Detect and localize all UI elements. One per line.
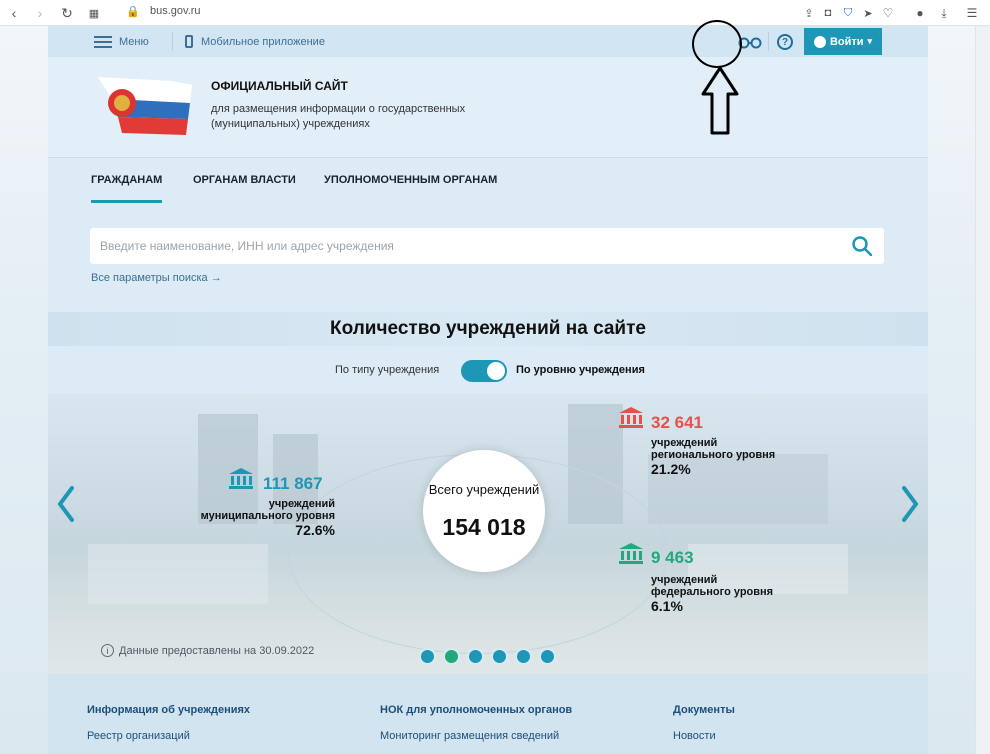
institution-icon [229, 468, 253, 489]
federal-percent: 6.1% [651, 598, 683, 614]
divider [768, 32, 769, 51]
municipal-value: 111 867 [263, 474, 323, 493]
help-icon[interactable]: ? [777, 34, 793, 50]
stats-panorama: 111 867 учреждений муниципального уровня… [48, 394, 928, 674]
mobile-app-label: Мобильное приложение [201, 35, 325, 48]
data-date-text: Данные предоставлены на 30.09.2022 [119, 644, 315, 657]
municipal-percent: 72.6% [295, 522, 335, 538]
shield-icon[interactable]: ⛉ [838, 3, 858, 23]
slide-dot-active[interactable] [443, 648, 460, 665]
tab-citizens[interactable]: ГРАЖДАНАМ [91, 174, 163, 203]
municipal-label: учреждений муниципального уровня [200, 498, 335, 522]
federal-value: 9 463 [651, 548, 694, 567]
site-header: ОФИЦИАЛЬНЫЙ САЙТ для размещения информац… [48, 57, 928, 157]
menu-label: Меню [119, 35, 149, 48]
footer-column: Информация об учреждениях Реестр организ… [87, 704, 250, 742]
divider [172, 32, 173, 51]
address-bar[interactable]: bus.gov.ru [150, 5, 201, 17]
institution-icon [619, 543, 643, 564]
chevron-down-icon: ▾ [867, 36, 873, 46]
background-building [88, 544, 268, 604]
hamburger-icon [94, 35, 112, 48]
back-icon[interactable]: ‹ [4, 3, 24, 23]
site-title: ОФИЦИАЛЬНЫЙ САЙТ [211, 79, 348, 93]
search-placeholder: Введите наименование, ИНН или адрес учре… [100, 239, 394, 253]
camera-icon[interactable]: ◘ [818, 3, 838, 23]
slide-dot[interactable] [419, 648, 436, 665]
profile-icon[interactable]: ● [910, 3, 930, 23]
next-slide-arrow[interactable] [898, 484, 922, 524]
federal-count: 9 463 [651, 548, 694, 568]
data-date-note: i Данные предоставлены на 30.09.2022 [101, 644, 314, 657]
footer-heading[interactable]: НОК для уполномоченных органов [380, 704, 572, 716]
heart-icon[interactable]: ♡ [878, 3, 898, 23]
slide-dot[interactable] [467, 648, 484, 665]
federal-caption: учреждений федерального уровня 6.1% [651, 574, 796, 614]
institution-icon [619, 407, 643, 428]
prev-slide-arrow[interactable] [54, 484, 78, 524]
annotation-circle [692, 20, 742, 68]
search-input[interactable]: Введите наименование, ИНН или адрес учре… [90, 228, 884, 264]
slide-pagination [419, 648, 556, 665]
tab-authorities[interactable]: ОРГАНАМ ВЛАСТИ [193, 174, 296, 186]
reload-icon[interactable]: ↻ [57, 3, 77, 23]
footer-heading[interactable]: Информация об учреждениях [87, 704, 250, 716]
regional-caption: учреждений регионального уровня 21.2% [651, 437, 796, 477]
site-container: Меню Мобильное приложение ⌄ ? Войти ▾ [48, 26, 928, 754]
annotation-up-arrow [701, 66, 739, 135]
tab-authorized-bodies[interactable]: УПОЛНОМОЧЕННЫМ ОРГАНАМ [324, 174, 497, 186]
login-button[interactable]: Войти ▾ [804, 28, 882, 55]
footer-links: Информация об учреждениях Реестр организ… [48, 674, 928, 754]
footer-heading[interactable]: Документы [673, 704, 735, 716]
footer-column: НОК для уполномоченных органов Мониторин… [380, 704, 572, 742]
mobile-app-link[interactable]: Мобильное приложение [185, 26, 325, 57]
speed-dial-icon[interactable]: ▦ [84, 3, 104, 23]
settings-icon[interactable]: ☰ [962, 3, 982, 23]
slide-dot[interactable] [491, 648, 508, 665]
total-value: 154 018 [442, 514, 526, 540]
info-icon: i [101, 644, 114, 657]
phone-icon [185, 35, 193, 48]
menu-button[interactable]: Меню [94, 26, 149, 57]
footer-link[interactable]: Реестр организаций [87, 730, 250, 742]
regional-value: 32 641 [651, 413, 703, 432]
browser-toolbar: ‹ › ↻ ▦ 🔒 bus.gov.ru ⇪ ◘ ⛉ ➤ ♡ ● ⤓ ☰ [0, 0, 990, 26]
municipal-count: 111 867 [263, 474, 323, 494]
search-icon[interactable] [852, 236, 872, 256]
regional-label: учреждений регионального уровня [651, 437, 776, 461]
browser-scrollbar[interactable] [975, 26, 990, 754]
site-subtitle: для размещения информации о государствен… [211, 103, 466, 130]
stats-toggle-row: По типу учреждения По уровню учреждения [48, 360, 928, 384]
total-count-circle: Всего учреждений 154 018 [423, 450, 545, 572]
download-icon[interactable]: ⤓ [934, 3, 954, 23]
footer-link[interactable]: Мониторинг размещения сведений [380, 730, 572, 742]
forward-icon[interactable]: › [30, 3, 50, 23]
login-label: Войти [829, 35, 864, 48]
total-label: Всего учреждений [428, 482, 540, 497]
audience-nav: ГРАЖДАНАМ ОРГАНАМ ВЛАСТИ УПОЛНОМОЧЕННЫМ … [48, 157, 928, 205]
site-topbar: Меню Мобильное приложение ⌄ ? Войти ▾ [48, 26, 928, 70]
user-icon [813, 35, 826, 48]
lock-icon: 🔒 [126, 6, 140, 18]
footer-column: Документы Новости [673, 704, 735, 742]
regional-count: 32 641 [651, 413, 703, 433]
advanced-search-link[interactable]: Все параметры поиска → [91, 272, 222, 284]
municipal-caption: учреждений муниципального уровня 72.6% [183, 498, 335, 538]
flow-icon[interactable]: ➤ [858, 3, 878, 23]
share-icon[interactable]: ⇪ [799, 3, 819, 23]
footer-link[interactable]: Новости [673, 730, 735, 742]
toggle-by-level-label[interactable]: По уровню учреждения [516, 364, 645, 376]
toggle-knob [487, 362, 505, 380]
federal-label: учреждений федерального уровня [651, 574, 774, 598]
regional-percent: 21.2% [651, 461, 691, 477]
russia-flag-emblem-logo[interactable] [92, 73, 196, 137]
stats-title: Количество учреждений на сайте [330, 318, 646, 339]
toggle-by-type-label[interactable]: По типу учреждения [335, 364, 439, 376]
stats-mode-toggle[interactable] [461, 360, 507, 382]
slide-dot[interactable] [515, 648, 532, 665]
slide-dot[interactable] [539, 648, 556, 665]
